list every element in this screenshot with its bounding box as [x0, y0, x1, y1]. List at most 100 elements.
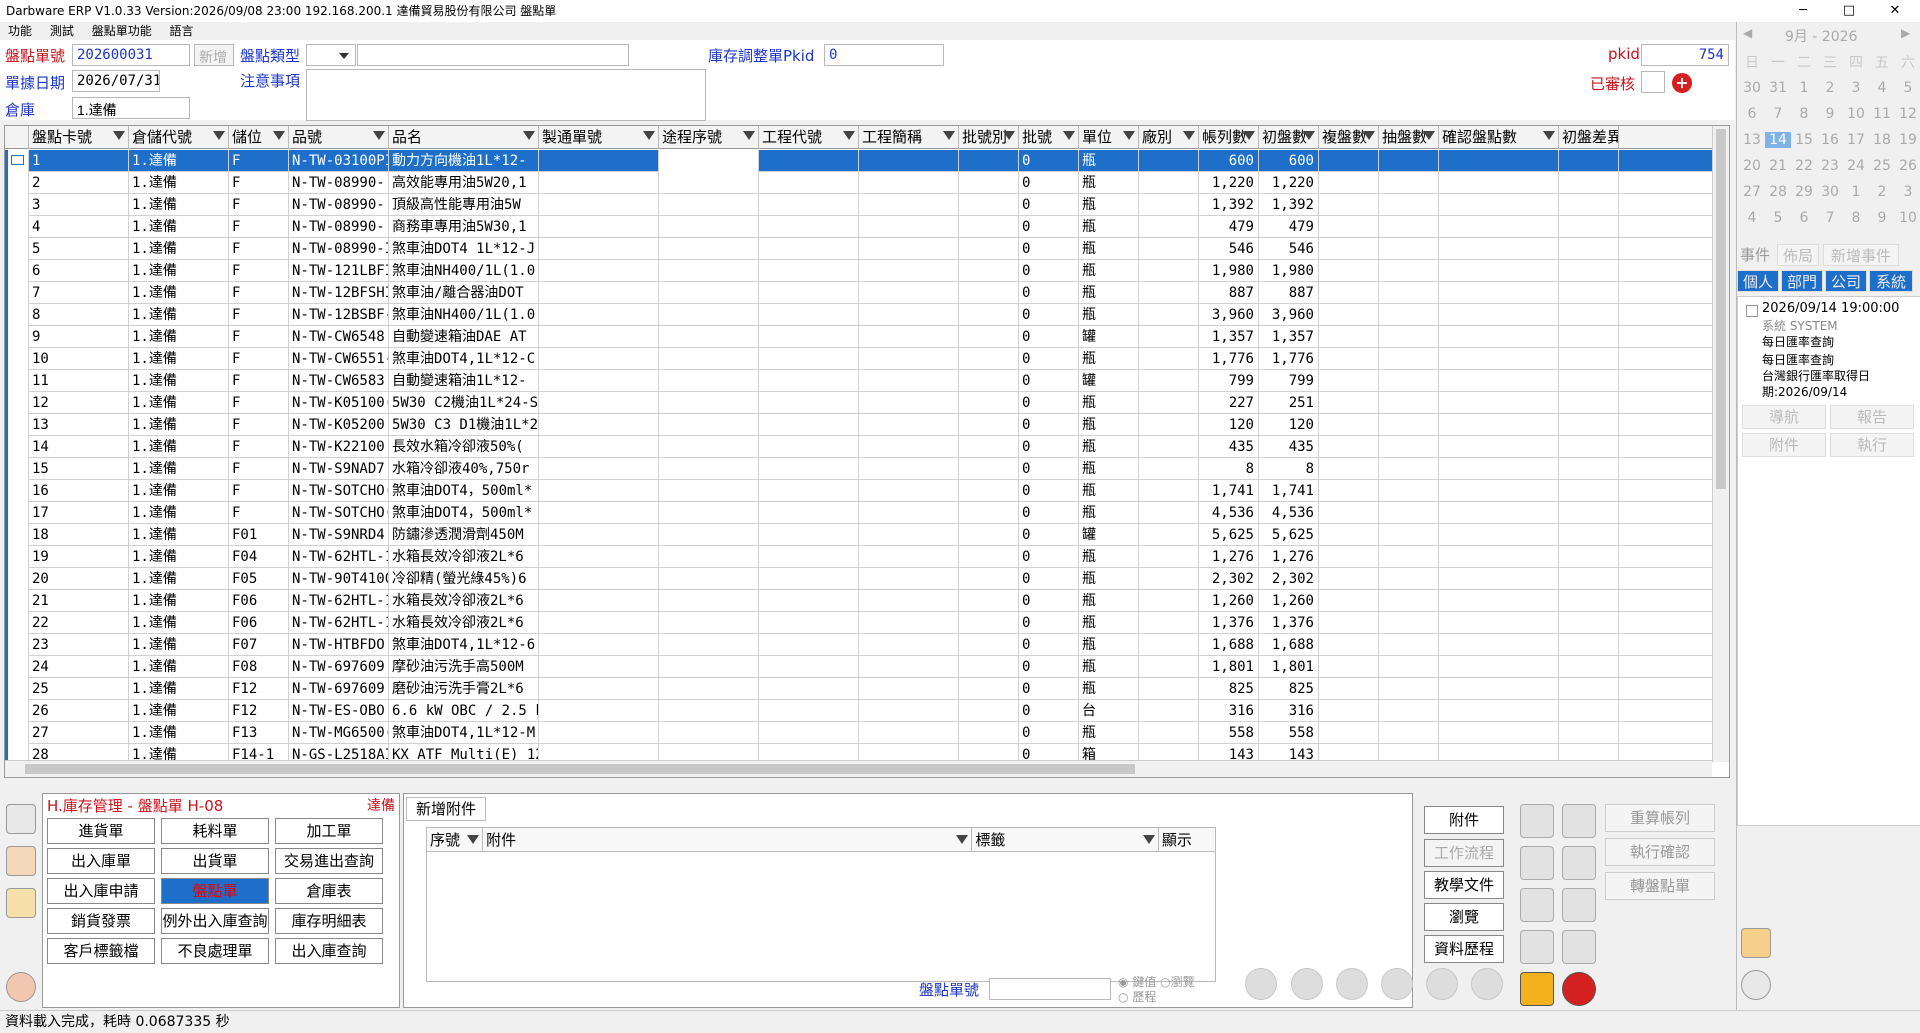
table-cell[interactable]: 瓶	[1079, 678, 1139, 700]
table-cell[interactable]: F	[229, 260, 289, 282]
table-cell[interactable]: 1.達備	[129, 524, 229, 546]
table-cell[interactable]	[1139, 612, 1199, 634]
next-record-icon[interactable]	[1381, 968, 1413, 1000]
table-cell[interactable]	[1139, 216, 1199, 238]
table-cell[interactable]	[1319, 458, 1379, 480]
calendar-day[interactable]: 7	[1765, 106, 1791, 122]
table-row[interactable]: 13 1.達備 F N-TW-K05200 5W30 C3 D1機油1L*2 0 瓶 120 1…	[5, 414, 1712, 436]
table-cell[interactable]	[659, 678, 759, 700]
table-cell[interactable]	[1559, 612, 1619, 634]
save-icon[interactable]	[1520, 972, 1554, 1006]
browse-button[interactable]: 瀏覽	[1424, 903, 1504, 931]
table-cell[interactable]	[1379, 172, 1439, 194]
calendar-day[interactable]: 9	[1869, 210, 1895, 226]
table-cell[interactable]	[1439, 172, 1559, 194]
row-header[interactable]	[5, 524, 29, 546]
table-cell[interactable]: 1,260	[1199, 590, 1259, 612]
table-cell[interactable]	[859, 634, 959, 656]
table-row[interactable]: 10 1.達備 F N-TW-CW6551- 煞車油DOT4,1L*12-C 0 瓶 1,77…	[5, 348, 1712, 370]
table-cell[interactable]	[859, 678, 959, 700]
table-cell[interactable]	[1319, 260, 1379, 282]
table-cell[interactable]: F	[229, 348, 289, 370]
table-cell[interactable]: 煞車油DOT4，500ml*	[389, 502, 539, 524]
table-cell[interactable]	[859, 194, 959, 216]
filter-icon[interactable]	[1123, 131, 1135, 140]
table-cell[interactable]	[1139, 700, 1199, 722]
table-cell[interactable]	[959, 458, 1019, 480]
col-batch-no[interactable]: 批號	[1019, 126, 1079, 149]
table-cell[interactable]	[759, 656, 859, 678]
table-cell[interactable]	[1379, 568, 1439, 590]
table-cell[interactable]	[1319, 238, 1379, 260]
sales-invoice-button[interactable]: 銷貨發票	[47, 908, 155, 934]
table-cell[interactable]: 長效水箱冷卻液50%(	[389, 436, 539, 458]
table-cell[interactable]	[1559, 546, 1619, 568]
table-row[interactable]: 27 1.達備 F13 N-TW-MG6500(煞車油DOT4,1L*12-M 0 瓶 55…	[5, 722, 1712, 744]
table-cell[interactable]: 887	[1199, 282, 1259, 304]
row-header[interactable]	[5, 568, 29, 590]
filter-icon[interactable]	[1363, 131, 1375, 140]
filter-icon[interactable]	[743, 131, 755, 140]
table-cell[interactable]: 0	[1019, 260, 1079, 282]
table-cell[interactable]	[1319, 590, 1379, 612]
help-icon[interactable]	[1471, 968, 1503, 1000]
table-cell[interactable]: 台	[1079, 700, 1139, 722]
table-cell[interactable]	[1319, 436, 1379, 458]
minimize-button[interactable]: ─	[1780, 0, 1826, 22]
table-cell[interactable]	[1379, 524, 1439, 546]
table-cell[interactable]	[539, 612, 659, 634]
row-header[interactable]	[5, 260, 29, 282]
table-cell[interactable]: 1.達備	[129, 150, 229, 172]
col-order-no[interactable]: 製通單號	[539, 126, 659, 149]
table-cell[interactable]: 瓶	[1079, 194, 1139, 216]
inventory-detail-button[interactable]: 庫存明細表	[275, 908, 383, 934]
table-cell[interactable]: 罐	[1079, 370, 1139, 392]
table-cell[interactable]: 1.達備	[129, 370, 229, 392]
table-cell[interactable]: 0	[1019, 304, 1079, 326]
table-cell[interactable]: 0	[1019, 678, 1079, 700]
table-cell[interactable]: 18	[29, 524, 129, 546]
col-process-name[interactable]: 工程簡稱	[859, 126, 959, 149]
table-cell[interactable]	[539, 700, 659, 722]
calendar-day[interactable]: 14	[1765, 132, 1791, 148]
row-header[interactable]	[5, 392, 29, 414]
table-cell[interactable]: 10	[29, 348, 129, 370]
table-cell[interactable]: N-TW-HTBFDO'	[289, 634, 389, 656]
calendar-day[interactable]: 19	[1895, 132, 1920, 148]
table-cell[interactable]	[959, 216, 1019, 238]
table-cell[interactable]	[859, 436, 959, 458]
table-cell[interactable]	[759, 634, 859, 656]
table-cell[interactable]: N-TW-SOTCHO(	[289, 480, 389, 502]
clock-icon[interactable]	[1741, 970, 1771, 1000]
previous-record-icon[interactable]	[1291, 968, 1323, 1000]
menu-stocktake-function[interactable]: 盤點單功能	[92, 24, 152, 38]
table-row[interactable]: 16 1.達備 F N-TW-SOTCHO(煞車油DOT4，500ml* 0 瓶 1,741…	[5, 480, 1712, 502]
table-cell[interactable]: 瓶	[1079, 480, 1139, 502]
scope-company[interactable]: 公司	[1825, 270, 1867, 292]
col-second-count[interactable]: 複盤數	[1319, 126, 1379, 149]
table-cell[interactable]: 0	[1019, 590, 1079, 612]
table-cell[interactable]: 1.達備	[129, 502, 229, 524]
col-route-seq[interactable]: 途程序號	[659, 126, 759, 149]
table-cell[interactable]: N-TW-S9NRD4.	[289, 524, 389, 546]
table-cell[interactable]	[659, 458, 759, 480]
table-cell[interactable]	[959, 568, 1019, 590]
table-cell[interactable]: 4	[29, 216, 129, 238]
table-cell[interactable]: 546	[1199, 238, 1259, 260]
calendar-day[interactable]: 1	[1843, 184, 1869, 200]
table-cell[interactable]	[539, 370, 659, 392]
table-cell[interactable]: 11	[29, 370, 129, 392]
table-cell[interactable]: 瓶	[1079, 590, 1139, 612]
table-cell[interactable]: 煞車油DOT4,1L*12-M	[389, 722, 539, 744]
table-cell[interactable]	[539, 722, 659, 744]
table-cell[interactable]	[539, 392, 659, 414]
table-cell[interactable]: F	[229, 414, 289, 436]
table-cell[interactable]	[1559, 436, 1619, 458]
table-cell[interactable]: 瓶	[1079, 348, 1139, 370]
filter-icon[interactable]	[1423, 131, 1435, 140]
table-cell[interactable]: 0	[1019, 722, 1079, 744]
table-cell[interactable]	[659, 194, 759, 216]
table-cell[interactable]	[959, 546, 1019, 568]
adj-pkid-field[interactable]: 0	[824, 44, 944, 66]
table-cell[interactable]	[1319, 150, 1379, 172]
